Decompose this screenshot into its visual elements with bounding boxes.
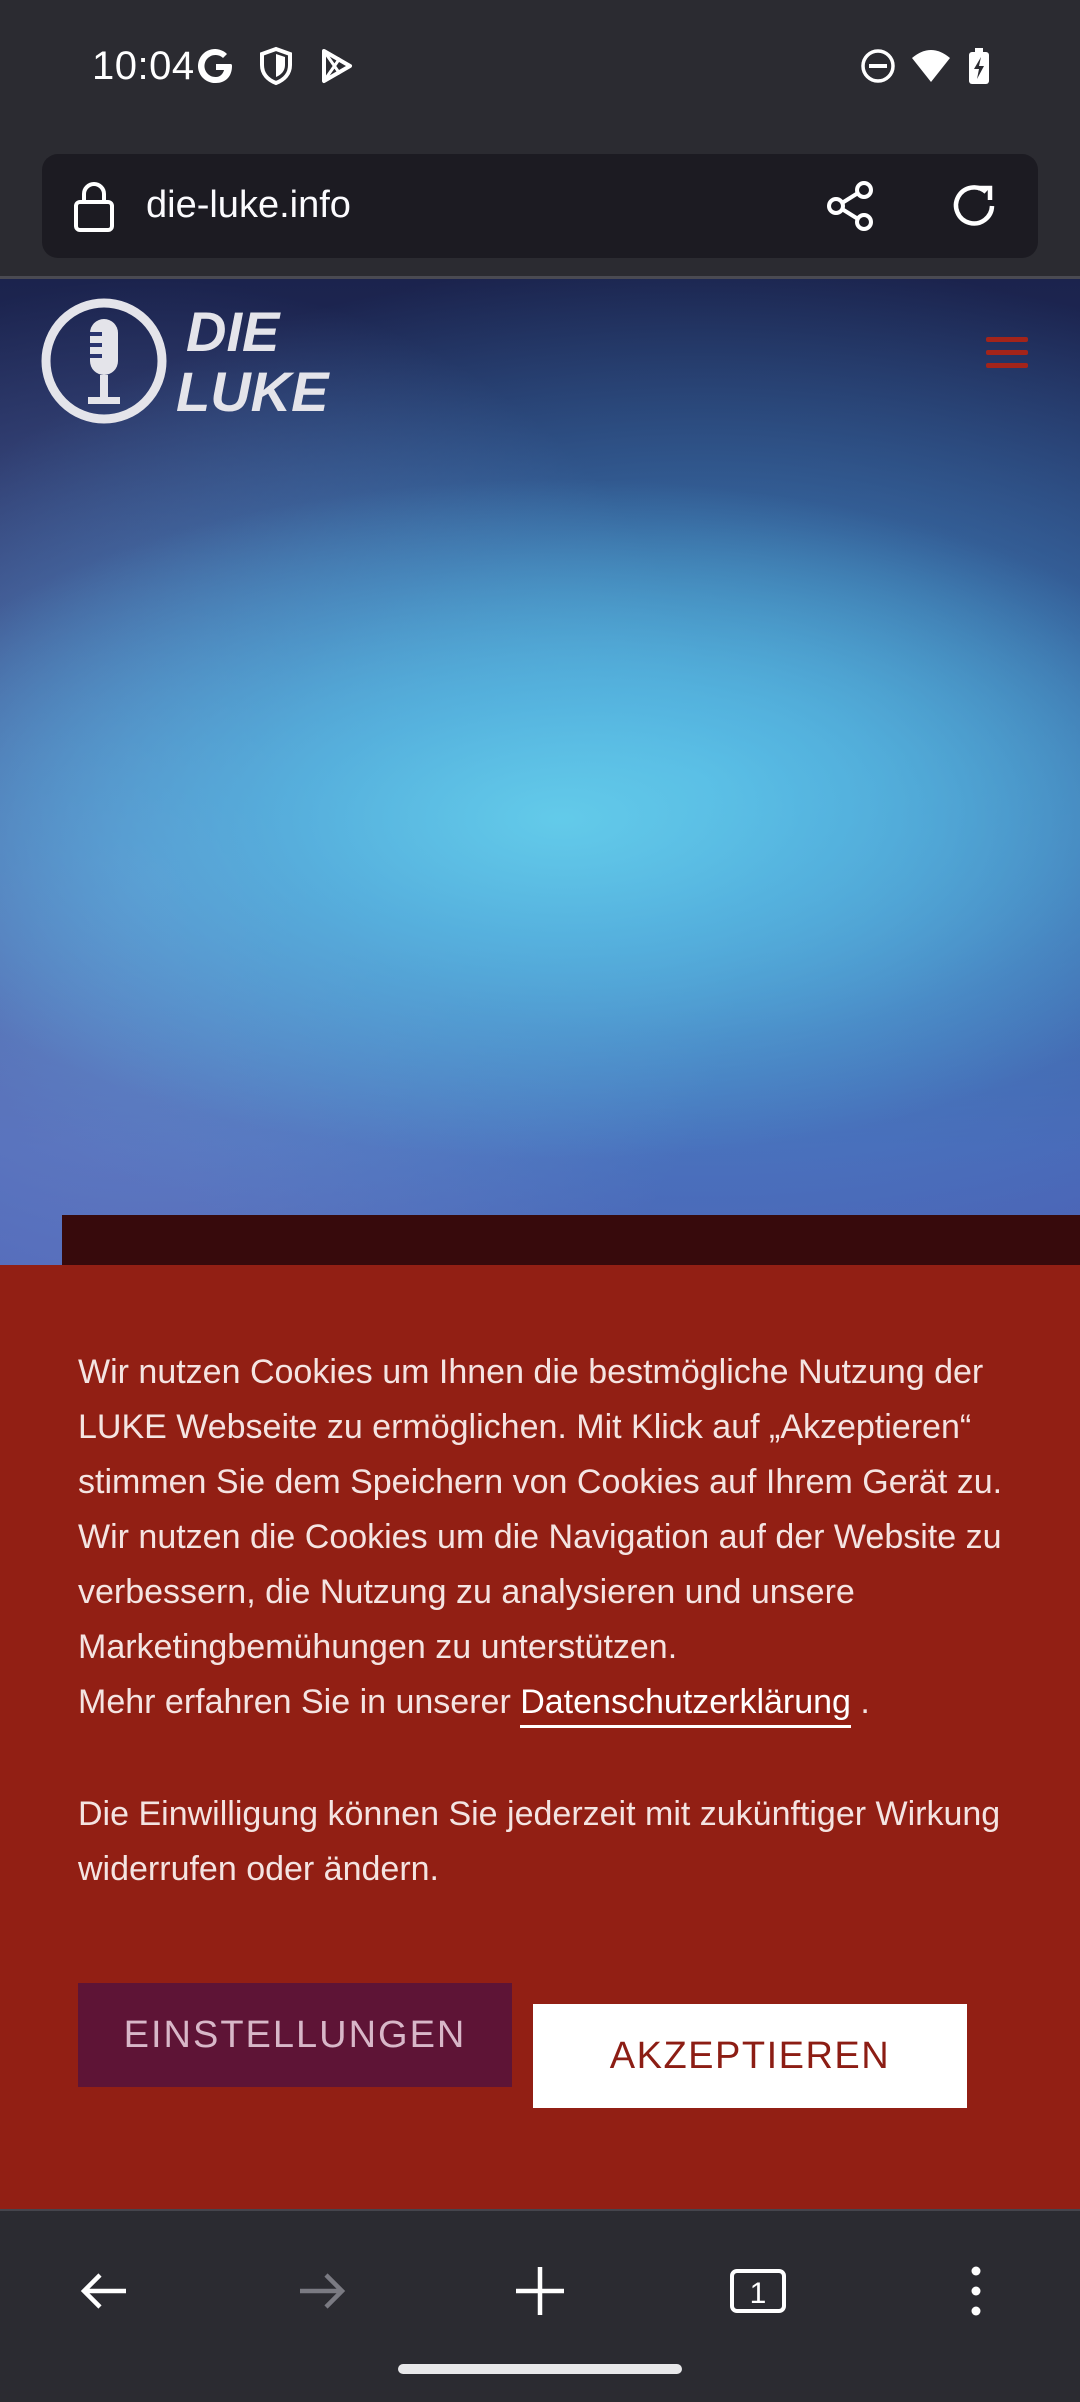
share-icon[interactable] [822, 178, 878, 234]
url-text[interactable]: die-luke.info [146, 184, 351, 227]
cookie-paragraph-3: Mehr erfahren Sie in unserer Datenschutz… [78, 1675, 1018, 1730]
gesture-bar[interactable] [398, 2364, 682, 2374]
status-time: 10:04 [92, 44, 195, 88]
cookie-banner: Wir nutzen Cookies um Ihnen die bestmögl… [0, 1265, 1080, 2209]
hamburger-menu-icon[interactable] [986, 337, 1028, 376]
logo-text-line1: DIE [186, 300, 281, 363]
cookie-paragraph-2: Wir nutzen die Cookies um die Navigation… [78, 1518, 1002, 1666]
tab-count: 1 [750, 2277, 767, 2310]
menu-button[interactable] [936, 2251, 1016, 2331]
wifi-icon [912, 50, 950, 82]
arrow-right-icon [300, 2273, 346, 2309]
more-vert-icon [971, 2266, 981, 2316]
privacy-prefix: Mehr erfahren Sie in unserer [78, 1683, 521, 1721]
new-tab-button[interactable] [500, 2251, 580, 2331]
logo-text-line2: LUKE [176, 360, 330, 423]
google-icon [197, 49, 232, 84]
plus-icon [516, 2267, 564, 2315]
shield-icon [260, 46, 292, 86]
play-store-icon [322, 49, 352, 83]
url-bar[interactable]: die-luke.info [42, 154, 1038, 258]
lock-icon[interactable] [70, 180, 118, 234]
forward-button[interactable] [282, 2251, 362, 2331]
battery-charging-icon [969, 48, 989, 84]
dnd-icon [861, 49, 895, 83]
back-button[interactable] [64, 2251, 144, 2331]
status-bar: 10:04 [0, 0, 1080, 140]
reload-icon[interactable] [944, 176, 1004, 236]
cookie-paragraph-1: Wir nutzen Cookies um Ihnen die bestmögl… [78, 1353, 1003, 1501]
arrow-left-icon [80, 2273, 126, 2309]
settings-button[interactable]: EINSTELLUNGEN [78, 1983, 512, 2087]
die-luke-logo[interactable]: DIE LUKE [40, 289, 340, 429]
tabs-button[interactable]: 1 [718, 2251, 798, 2331]
privacy-policy-link[interactable]: Datenschutzerklärung [520, 1683, 851, 1728]
cookie-paragraph-4: Die Einwilligung können Sie jederzeit mi… [78, 1795, 1001, 1888]
accept-button[interactable]: AKZEPTIEREN [533, 2004, 967, 2108]
cookie-text: Wir nutzen Cookies um Ihnen die bestmögl… [78, 1345, 1018, 1897]
browser-toolbar: die-luke.info [0, 140, 1080, 276]
privacy-suffix: . [850, 1683, 870, 1721]
tabs-icon: 1 [730, 2269, 786, 2313]
